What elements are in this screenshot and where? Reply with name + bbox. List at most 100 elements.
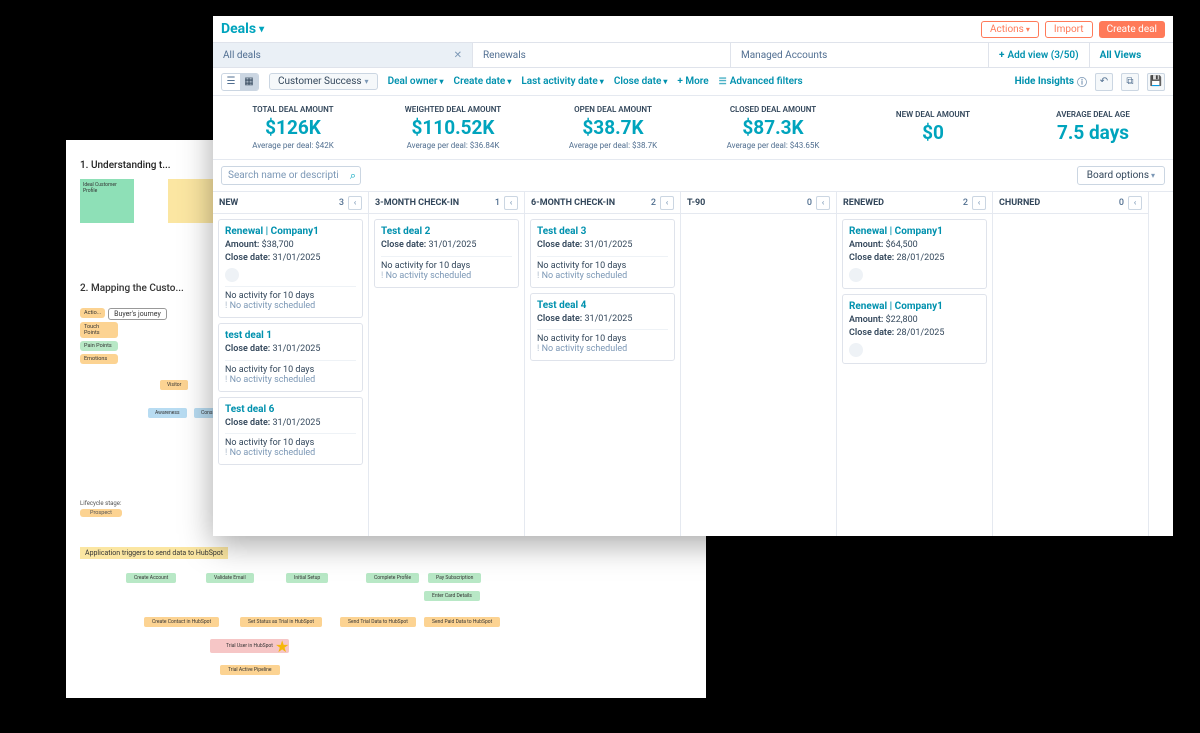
close-icon[interactable]: ✕ [454, 50, 462, 61]
insight-stat: WEIGHTED DEAL AMOUNT $110.52K Average pe… [373, 96, 533, 159]
chevron-left-icon[interactable]: ‹ [348, 196, 362, 210]
deal-field: Amount: $38,700 [225, 239, 356, 252]
deal-title[interactable]: Test deal 6 [225, 404, 356, 415]
avatar [849, 268, 863, 282]
deal-title[interactable]: Renewal | Company1 [849, 226, 980, 237]
insight-value: $38.7K [582, 116, 643, 139]
all-views-link[interactable]: All Views [1090, 43, 1152, 67]
undo-icon[interactable]: ↶ [1095, 73, 1113, 91]
column-count: 2 [963, 198, 968, 208]
insight-value: $87.3K [742, 116, 803, 139]
saved-view-tabs: All deals ✕ Renewals Managed Accounts Ad… [213, 42, 1173, 68]
import-button[interactable]: Import [1045, 21, 1093, 38]
deal-schedule: No activity scheduled [225, 448, 356, 458]
deal-card[interactable]: Renewal | Company1Amount: $64,500Close d… [842, 219, 987, 289]
insight-label: OPEN DEAL AMOUNT [574, 105, 652, 114]
bg-flowchart: Create Account Validate Email Initial Se… [80, 569, 692, 689]
deal-schedule: No activity scheduled [225, 375, 356, 385]
deal-card[interactable]: test deal 1 Close date: 31/01/2025 No acti… [218, 323, 363, 392]
chevron-left-icon[interactable]: ‹ [972, 196, 986, 210]
column-count: 1 [495, 198, 500, 208]
board-view-button[interactable]: ▦ [240, 74, 258, 90]
insight-stat: NEW DEAL AMOUNT $0 [853, 96, 1013, 159]
bg-flow-node: Awareness [148, 408, 187, 418]
search-icon[interactable]: ⌕ [350, 169, 356, 183]
board-column: 3-MONTH CHECK-IN 1 ‹ Test deal 2Close dat… [369, 192, 525, 536]
chevron-left-icon[interactable]: ‹ [816, 196, 830, 210]
column-count: 2 [651, 198, 656, 208]
deal-card[interactable]: Test deal 2Close date: 31/01/2025No acti… [374, 219, 519, 288]
deal-title[interactable]: Renewal | Company1 [849, 301, 980, 312]
star-icon: ★ [275, 637, 289, 656]
deal-activity: No activity for 10 days [537, 261, 668, 271]
deal-field: Close date: 31/01/2025 [537, 239, 668, 252]
tab-all-deals[interactable]: All deals ✕ [213, 43, 473, 67]
board-column: T-90 0 ‹ [681, 192, 837, 536]
deal-field: Close date: 31/01/2025 [537, 313, 668, 326]
board-column: RENEWED 2 ‹ Renewal | Company1 Amount: $64… [837, 192, 993, 536]
column-name: NEW [219, 198, 238, 208]
board-column: 6-MONTH CHECK-IN 2 ‹ Test deal 3 Close dat… [525, 192, 681, 536]
advanced-filters-button[interactable]: Advanced filters [719, 76, 803, 87]
deal-title[interactable]: Test deal 2 [381, 226, 512, 237]
more-filters-button[interactable]: More [677, 76, 708, 87]
view-toggle: ☰ ▦ [221, 73, 259, 91]
filter-create-date[interactable]: Create date [454, 76, 512, 87]
deal-field: Amount: $64,500 [849, 239, 980, 252]
deal-card[interactable]: Test deal 6 Close date: 31/01/2025 No acti… [218, 397, 363, 466]
deal-field: Close date: 31/01/2025 [225, 343, 356, 356]
insight-value: $0 [922, 121, 944, 144]
deal-field: Close date: 31/01/2025 [225, 417, 356, 430]
filter-last-activity[interactable]: Last activity date [521, 76, 603, 87]
deal-title[interactable]: test deal 1 [225, 330, 356, 341]
tab-managed-accounts[interactable]: Managed Accounts [731, 43, 989, 67]
chevron-left-icon[interactable]: ‹ [1128, 196, 1142, 210]
chevron-left-icon[interactable]: ‹ [504, 196, 518, 210]
bg-flow-node: Visitor [160, 380, 188, 390]
insight-label: NEW DEAL AMOUNT [896, 110, 970, 119]
insight-subtext: Average per deal: $38.7K [569, 141, 657, 150]
deal-card[interactable]: Renewal | Company1Amount: $38,700Close d… [218, 219, 363, 318]
actions-button[interactable]: Actions [981, 21, 1039, 38]
insight-subtext: Average per deal: $42K [252, 141, 334, 150]
kanban-board: NEW 3 ‹ Renewal | Company1 Amount: $38,700… [213, 192, 1173, 536]
column-count: 3 [339, 198, 344, 208]
column-count: 0 [1119, 198, 1124, 208]
list-view-button[interactable]: ☰ [222, 74, 240, 90]
deal-title[interactable]: Renewal | Company1 [225, 226, 356, 237]
deal-card[interactable]: Test deal 3 Close date: 31/01/2025 No acti… [530, 219, 675, 288]
deal-activity: No activity for 10 days [225, 365, 356, 375]
deal-schedule: No activity scheduled [537, 271, 668, 281]
deal-field: Close date: 28/01/2025 [849, 327, 980, 340]
insight-label: WEIGHTED DEAL AMOUNT [405, 105, 501, 114]
deal-activity: No activity for 10 days [381, 261, 512, 271]
column-name: 6-MONTH CHECK-IN [531, 198, 615, 208]
create-deal-button[interactable]: Create deal [1099, 21, 1165, 38]
pipeline-select[interactable]: Customer Success [269, 73, 378, 90]
board-options-button[interactable]: Board options [1077, 166, 1165, 185]
chevron-left-icon[interactable]: ‹ [660, 196, 674, 210]
column-name: RENEWED [843, 198, 884, 208]
tab-label: All deals [223, 50, 261, 61]
filter-close-date[interactable]: Close date [614, 76, 668, 87]
add-view-button[interactable]: Add view (3/50) [989, 43, 1090, 67]
search-input[interactable] [221, 166, 361, 185]
deal-schedule: No activity scheduled [225, 301, 356, 311]
deal-card[interactable]: Renewal | Company1Amount: $22,800Close d… [842, 294, 987, 364]
insight-label: CLOSED DEAL AMOUNT [730, 105, 816, 114]
tab-renewals[interactable]: Renewals [473, 43, 731, 67]
insights-strip: TOTAL DEAL AMOUNT $126K Average per deal… [213, 96, 1173, 160]
save-icon[interactable]: 💾 [1147, 73, 1165, 91]
deal-title[interactable]: Test deal 3 [537, 226, 668, 237]
insight-subtext: Average per deal: $36.84K [407, 141, 500, 150]
hide-insights-toggle[interactable]: Hide Insights [1015, 74, 1087, 89]
deal-card[interactable]: Test deal 4Close date: 31/01/2025No acti… [530, 293, 675, 362]
avatar [225, 268, 239, 282]
column-name: 3-MONTH CHECK-IN [375, 198, 459, 208]
deal-title[interactable]: Test deal 4 [537, 300, 668, 311]
bg-pill: Pain Points [80, 341, 118, 351]
object-picker[interactable]: Deals [221, 21, 264, 37]
copy-icon[interactable]: ⧉ [1121, 73, 1139, 91]
filter-deal-owner[interactable]: Deal owner [388, 76, 444, 87]
tab-label: Managed Accounts [741, 50, 827, 61]
